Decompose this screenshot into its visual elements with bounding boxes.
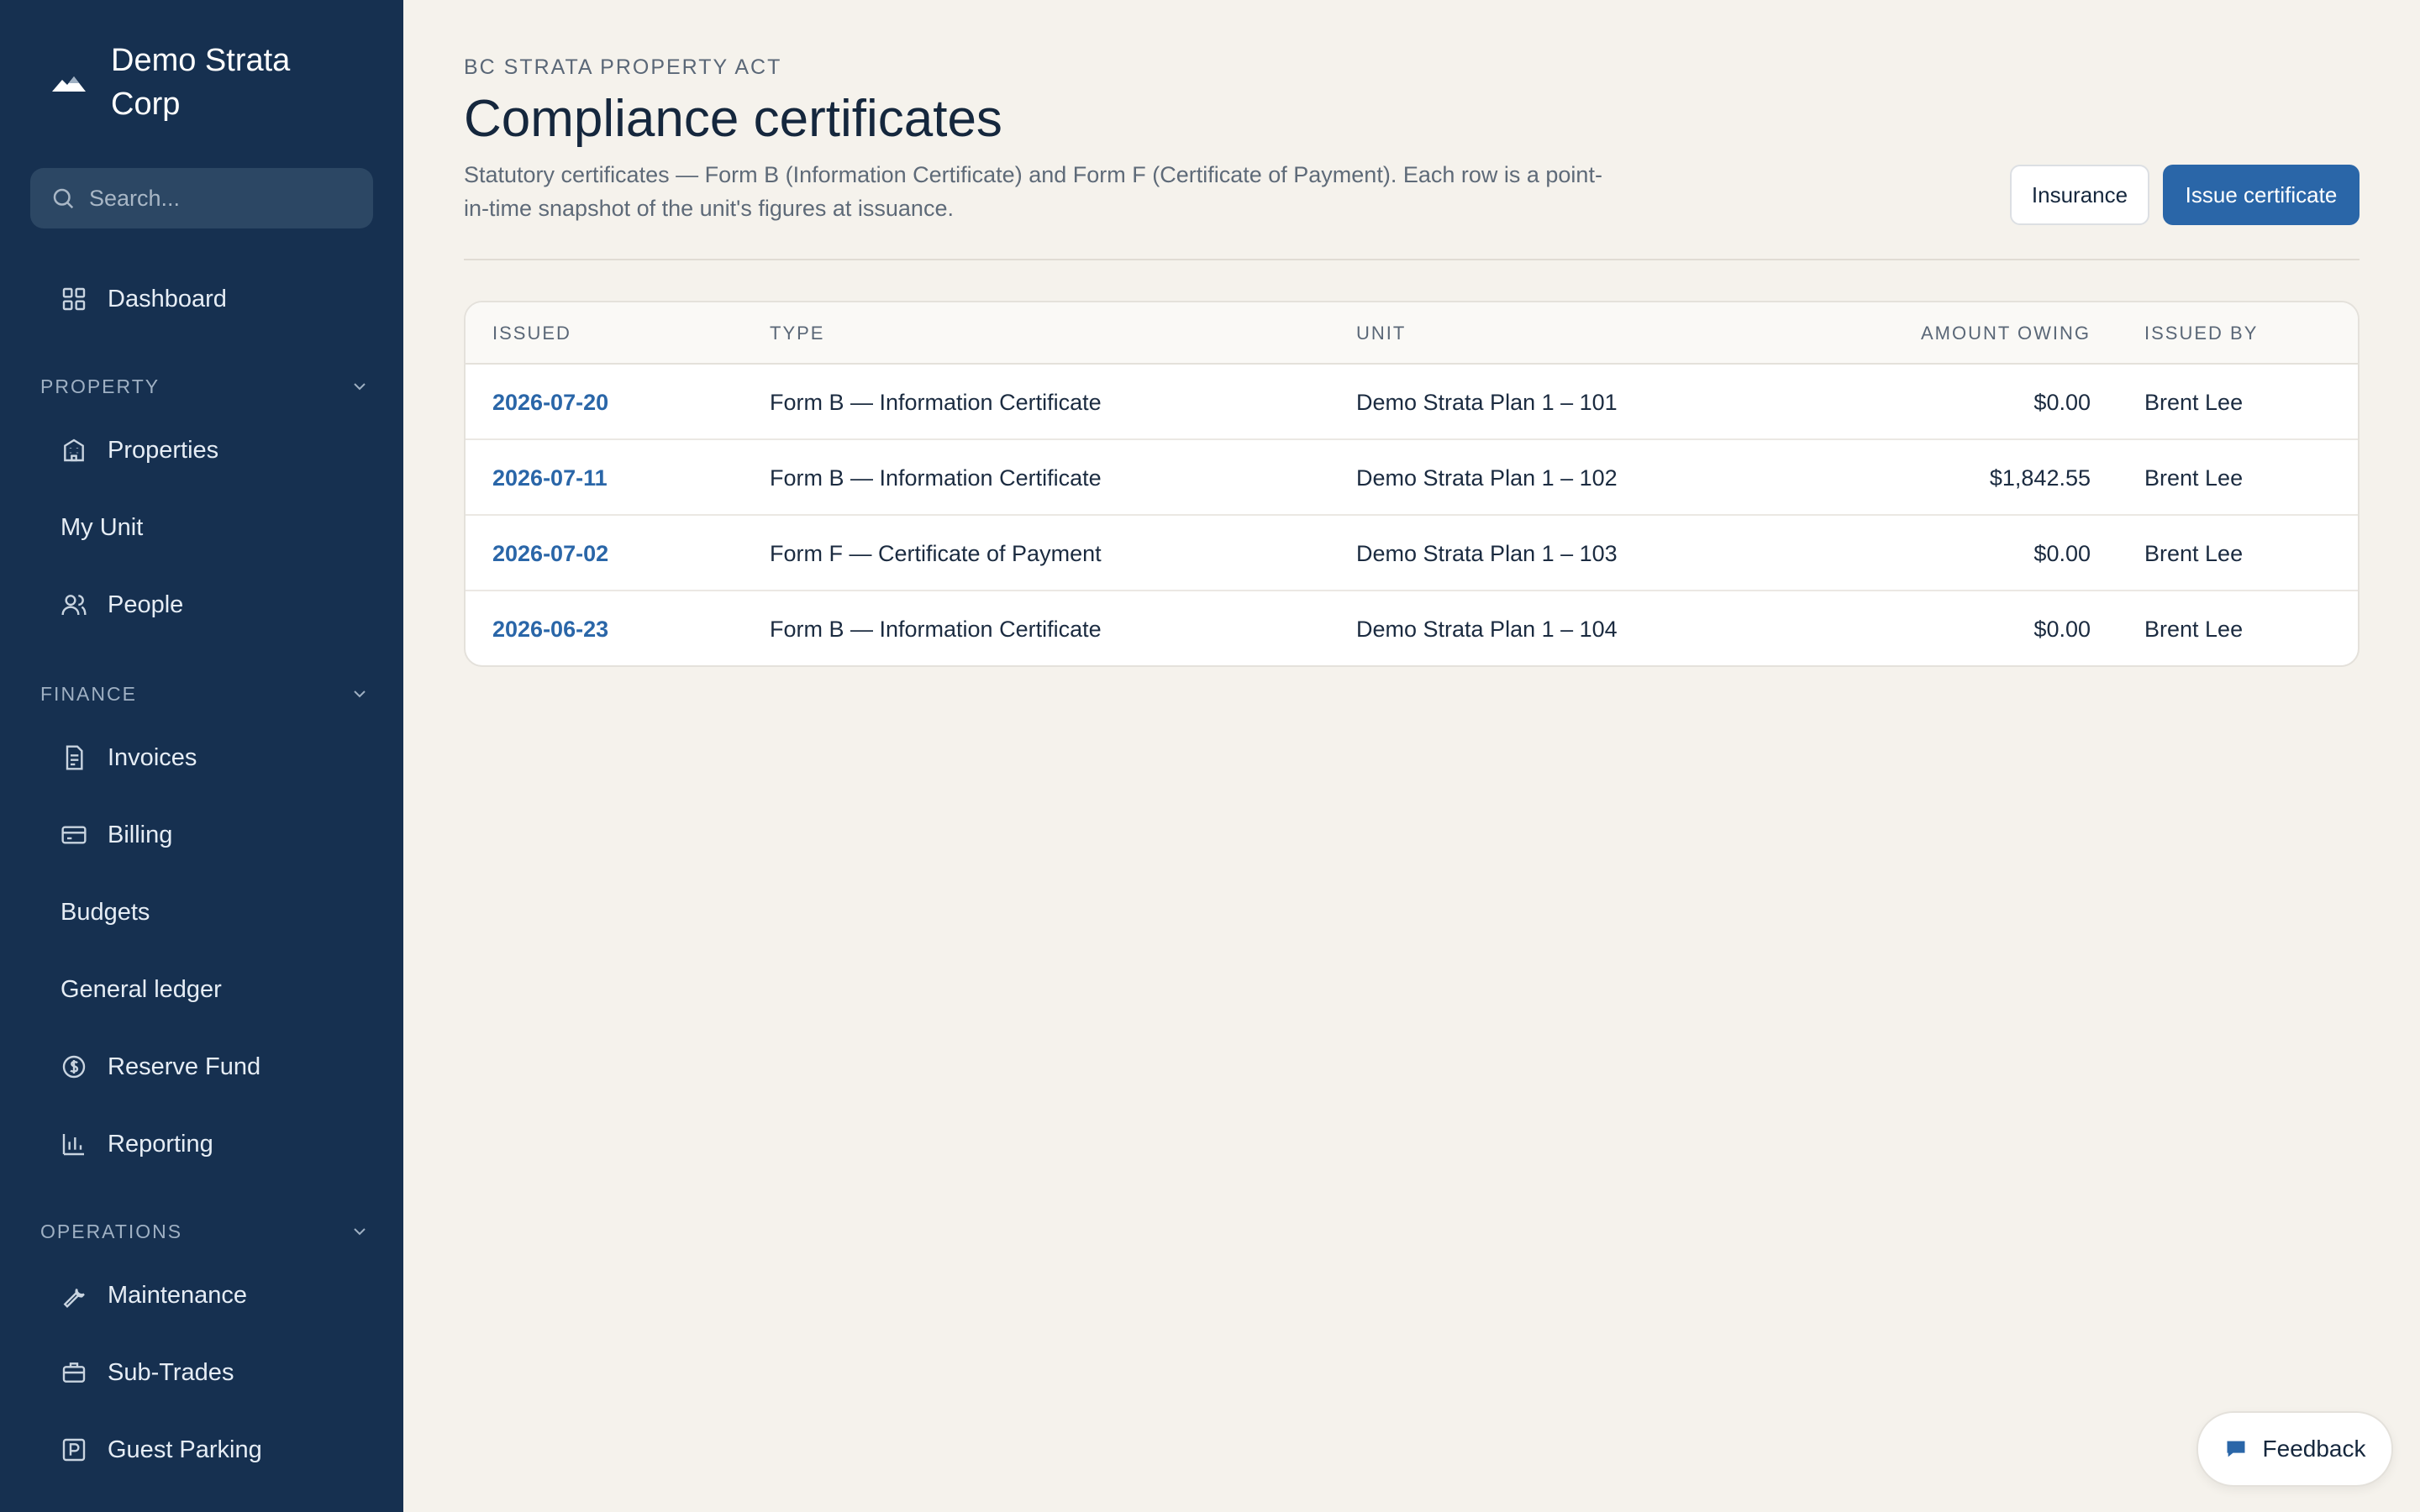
sidebar-item-label: Maintenance: [108, 1281, 248, 1309]
chevron-down-icon: [354, 383, 366, 391]
sidebar-item-label: Reporting: [108, 1130, 213, 1158]
sidebar-item-dashboard[interactable]: Dashboard: [30, 269, 373, 329]
sidebar-item-billing[interactable]: Billing: [30, 805, 373, 865]
header-divider: [464, 259, 2360, 260]
chat-bubble-icon: [2227, 1441, 2245, 1457]
certificates-table: ISSUED TYPE UNIT AMOUNT OWING ISSUED BY …: [464, 301, 2360, 667]
column-header-issued[interactable]: ISSUED: [492, 302, 571, 365]
issued-date-link[interactable]: 2026-07-20: [492, 365, 608, 440]
section-finance[interactable]: FINANCE: [40, 677, 370, 711]
certificate-type: Form B — Information Certificate: [770, 389, 1102, 415]
issued-by: Brent Lee: [2144, 389, 2244, 415]
search-input[interactable]: [89, 185, 358, 212]
section-operations[interactable]: OPERATIONS: [40, 1215, 370, 1248]
sidebar-item-people[interactable]: People: [30, 575, 373, 635]
sidebar-item-budgets[interactable]: Budgets: [30, 882, 373, 942]
sidebar-item-label: Billing: [108, 821, 173, 848]
issued-date-link[interactable]: 2026-07-02: [492, 516, 608, 591]
amount-owing: $0.00: [2033, 616, 2091, 642]
document-icon: [60, 744, 108, 771]
column-header-issued-by[interactable]: ISSUED BY: [2144, 302, 2258, 365]
page-description: Statutory certificates — Form B (Informa…: [464, 162, 1602, 221]
section-label: FINANCE: [40, 682, 137, 705]
coin-icon: [60, 1053, 108, 1080]
sidebar: Demo Strata Corp Dashboard PROPERTY Prop…: [0, 0, 403, 1512]
issued-by: Brent Lee: [2144, 540, 2244, 566]
amount-owing: $0.00: [2033, 540, 2091, 566]
sidebar-item-label: My Unit: [60, 513, 144, 541]
column-header-amount-owing[interactable]: AMOUNT OWING: [1306, 302, 2091, 365]
issued-date-link[interactable]: 2026-07-11: [492, 440, 608, 516]
certificate-type: Form B — Information Certificate: [770, 616, 1102, 642]
sidebar-item-label: General ledger: [60, 975, 222, 1003]
issue-certificate-button[interactable]: Issue certificate: [2163, 165, 2360, 225]
search-icon: [53, 188, 74, 209]
sidebar-item-label: Guest Parking: [108, 1436, 262, 1463]
sidebar-item-label: Properties: [108, 436, 219, 464]
certificate-type: Form B — Information Certificate: [770, 465, 1102, 491]
issued-by: Brent Lee: [2144, 465, 2244, 491]
feedback-label: Feedback: [2262, 1436, 2366, 1462]
sidebar-item-my-unit[interactable]: My Unit: [30, 497, 373, 558]
brand-name: Demo Strata Corp: [111, 43, 291, 122]
section-label: OPERATIONS: [40, 1220, 183, 1242]
column-header-type[interactable]: TYPE: [770, 302, 824, 365]
parking-icon: [60, 1436, 108, 1463]
building-icon: [60, 437, 108, 464]
sidebar-item-label: Dashboard: [108, 285, 227, 312]
search-box[interactable]: [30, 168, 373, 228]
sidebar-item-reporting[interactable]: Reporting: [30, 1114, 373, 1174]
sidebar-item-general-ledger[interactable]: General ledger: [30, 959, 373, 1020]
sidebar-item-label: Sub-Trades: [108, 1358, 234, 1386]
table-row[interactable]: 2026-07-11 Form B — Information Certific…: [466, 440, 2358, 516]
users-icon: [60, 591, 108, 618]
brand[interactable]: Demo Strata Corp: [50, 39, 329, 126]
sidebar-item-invoices[interactable]: Invoices: [30, 727, 373, 788]
briefcase-icon: [60, 1359, 108, 1386]
sidebar-item-label: Invoices: [108, 743, 197, 771]
certificate-type: Form F — Certificate of Payment: [770, 540, 1102, 566]
sidebar-item-reserve-fund[interactable]: Reserve Fund: [30, 1037, 373, 1097]
sidebar-item-sub-trades[interactable]: Sub-Trades: [30, 1342, 373, 1403]
sidebar-item-properties[interactable]: Properties: [30, 420, 373, 480]
issued-date-link[interactable]: 2026-06-23: [492, 591, 608, 665]
feedback-button[interactable]: Feedback: [2196, 1411, 2393, 1487]
sidebar-item-label: Reserve Fund: [108, 1053, 261, 1080]
table-row[interactable]: 2026-06-23 Form B — Information Certific…: [466, 591, 2358, 665]
bar-chart-icon: [60, 1131, 108, 1158]
page-eyebrow: BC STRATA PROPERTY ACT: [464, 55, 782, 79]
chevron-down-icon: [354, 1228, 366, 1236]
sidebar-item-guest-parking[interactable]: Guest Parking: [30, 1420, 373, 1480]
issued-by: Brent Lee: [2144, 616, 2244, 642]
credit-card-icon: [60, 822, 108, 848]
sidebar-item-label: People: [108, 591, 184, 618]
grid-icon: [60, 286, 108, 312]
table-row[interactable]: 2026-07-02 Form F — Certificate of Payme…: [466, 516, 2358, 591]
insurance-button[interactable]: Insurance: [2010, 165, 2149, 225]
table-header: ISSUED TYPE UNIT AMOUNT OWING ISSUED BY: [466, 302, 2358, 365]
sidebar-item-maintenance[interactable]: Maintenance: [30, 1265, 373, 1326]
amount-owing: $0.00: [2033, 389, 2091, 415]
wrench-icon: [60, 1282, 108, 1309]
page-title: Compliance certificates: [464, 90, 1002, 148]
table-row[interactable]: 2026-07-20 Form B — Information Certific…: [466, 365, 2358, 440]
section-property[interactable]: PROPERTY: [40, 370, 370, 403]
section-label: PROPERTY: [40, 375, 160, 397]
amount-owing: $1,842.55: [1989, 465, 2091, 491]
sidebar-item-label: Budgets: [60, 898, 150, 926]
chevron-down-icon: [354, 690, 366, 698]
mountain-logo-icon: [52, 76, 86, 92]
